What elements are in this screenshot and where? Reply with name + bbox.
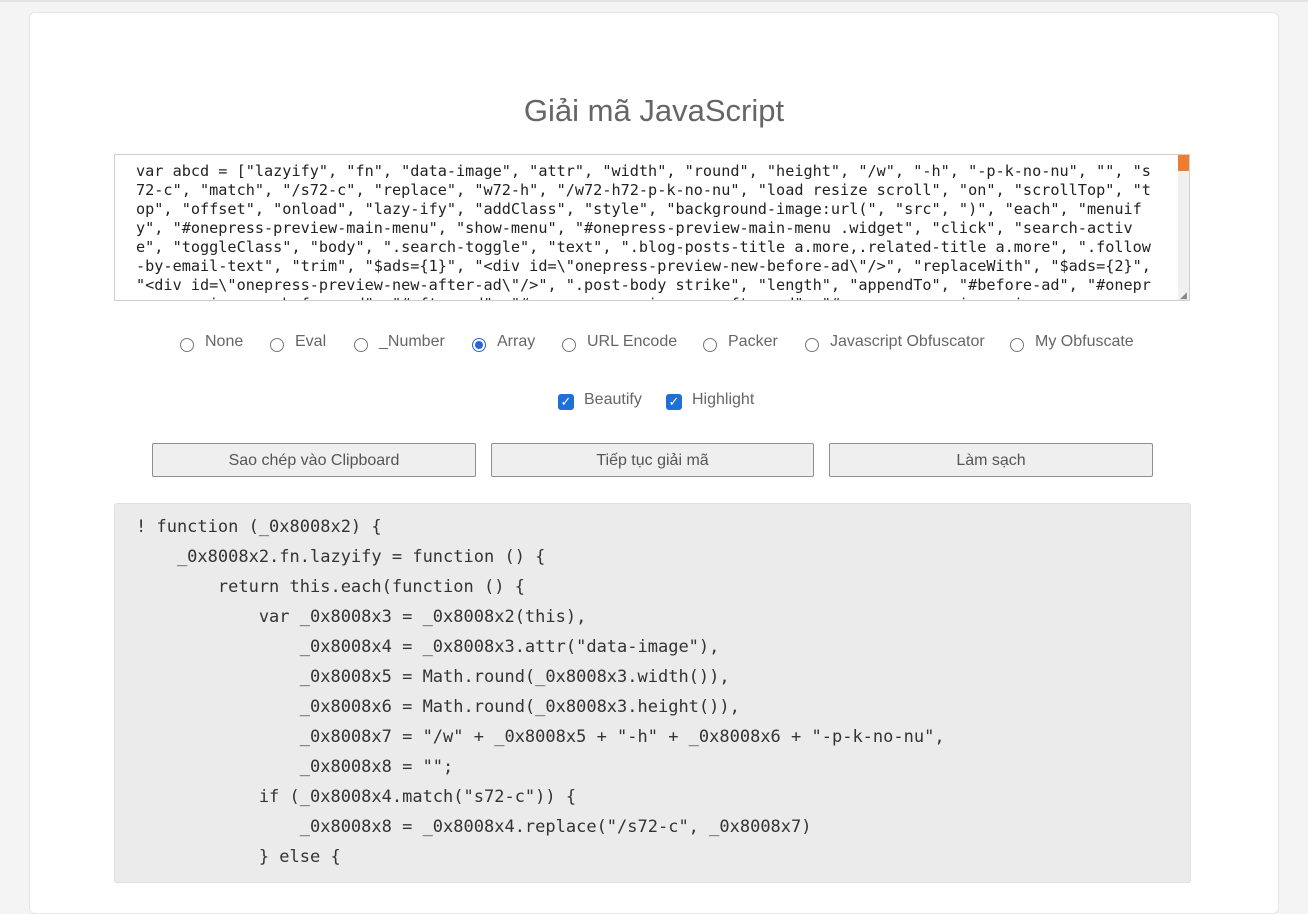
radio-array-circle[interactable] — [472, 338, 486, 352]
radio-url-encode-circle[interactable] — [562, 338, 576, 352]
code-line: _0x8008x8 = _0x8008x4.replace("/s72-c", … — [136, 817, 812, 837]
radio-eval-label: Eval — [295, 333, 327, 350]
code-line: var _0x8008x3 = _0x8008x2(this), — [136, 607, 587, 627]
decoded-output-panel: ! function (_0x8008x2) { _0x8008x2.fn.la… — [114, 503, 1191, 883]
radio-my-obfuscate-circle[interactable] — [1010, 338, 1024, 352]
code-line: _0x8008x8 = ""; — [136, 757, 454, 777]
beautify-checkbox[interactable]: ✓ Beautify — [558, 391, 642, 410]
highlight-label: Highlight — [692, 391, 755, 408]
beautify-label: Beautify — [584, 391, 642, 408]
radio-packer[interactable]: Packer — [703, 333, 778, 352]
code-line: _0x8008x6 = Math.round(_0x8008x3.height(… — [136, 697, 740, 717]
radio-packer-circle[interactable] — [703, 338, 717, 352]
code-line: _0x8008x4 = _0x8008x3.attr("data-image")… — [136, 637, 720, 657]
code-line: _0x8008x2.fn.lazyify = function () { — [136, 547, 546, 567]
input-scrollbar[interactable] — [1178, 155, 1189, 300]
continue-decode-button[interactable]: Tiếp tục giải mã — [491, 443, 814, 477]
highlight-checkbox[interactable]: ✓ Highlight — [666, 391, 755, 410]
format-options-group: ✓ Beautify ✓ Highlight — [0, 391, 1308, 415]
code-input-textarea[interactable]: var abcd = ["lazyify", "fn", "data-image… — [114, 154, 1190, 301]
code-line: } else { — [136, 847, 341, 867]
code-line: return this.each(function () { — [136, 577, 525, 597]
radio-none[interactable]: None — [180, 333, 244, 352]
radio-eval-circle[interactable] — [270, 338, 284, 352]
checkmark-icon[interactable]: ✓ — [558, 394, 574, 410]
code-line: _0x8008x5 = Math.round(_0x8008x3.width()… — [136, 667, 730, 687]
radio-number[interactable]: _Number — [354, 333, 445, 352]
radio-url-encode[interactable]: URL Encode — [562, 333, 678, 352]
decode-mode-group: None Eval _Number Array URL Encode Packe… — [0, 333, 1308, 357]
code-input-text[interactable]: var abcd = ["lazyify", "fn", "data-image… — [136, 162, 1158, 300]
radio-none-label: None — [205, 333, 244, 350]
radio-number-label: _Number — [379, 333, 445, 350]
radio-my-obfuscate[interactable]: My Obfuscate — [1010, 333, 1134, 352]
copy-to-clipboard-button[interactable]: Sao chép vào Clipboard — [152, 443, 476, 477]
radio-packer-label: Packer — [728, 333, 778, 350]
code-line: ! function (_0x8008x2) { — [136, 517, 382, 537]
radio-number-circle[interactable] — [354, 338, 368, 352]
clear-button[interactable]: Làm sạch — [829, 443, 1153, 477]
radio-eval[interactable]: Eval — [270, 333, 327, 352]
radio-javascript-obfuscator-label: Javascript Obfuscator — [830, 333, 985, 350]
radio-none-circle[interactable] — [180, 338, 194, 352]
page-title: Giải mã JavaScript — [523, 93, 785, 128]
radio-javascript-obfuscator[interactable]: Javascript Obfuscator — [805, 333, 985, 352]
checkmark-icon[interactable]: ✓ — [666, 394, 682, 410]
radio-url-encode-label: URL Encode — [587, 333, 678, 350]
resize-grip-icon[interactable]: ◢ — [1180, 291, 1188, 300]
radio-array[interactable]: Array — [472, 333, 536, 352]
code-line: if (_0x8008x4.match("s72-c")) { — [136, 787, 577, 807]
radio-my-obfuscate-label: My Obfuscate — [1035, 333, 1134, 350]
code-line: _0x8008x7 = "/w" + _0x8008x5 + "-h" + _0… — [136, 727, 945, 747]
radio-javascript-obfuscator-circle[interactable] — [805, 338, 819, 352]
input-scrollbar-thumb[interactable] — [1178, 155, 1189, 171]
radio-array-label: Array — [497, 333, 536, 350]
top-border — [0, 0, 1308, 2]
